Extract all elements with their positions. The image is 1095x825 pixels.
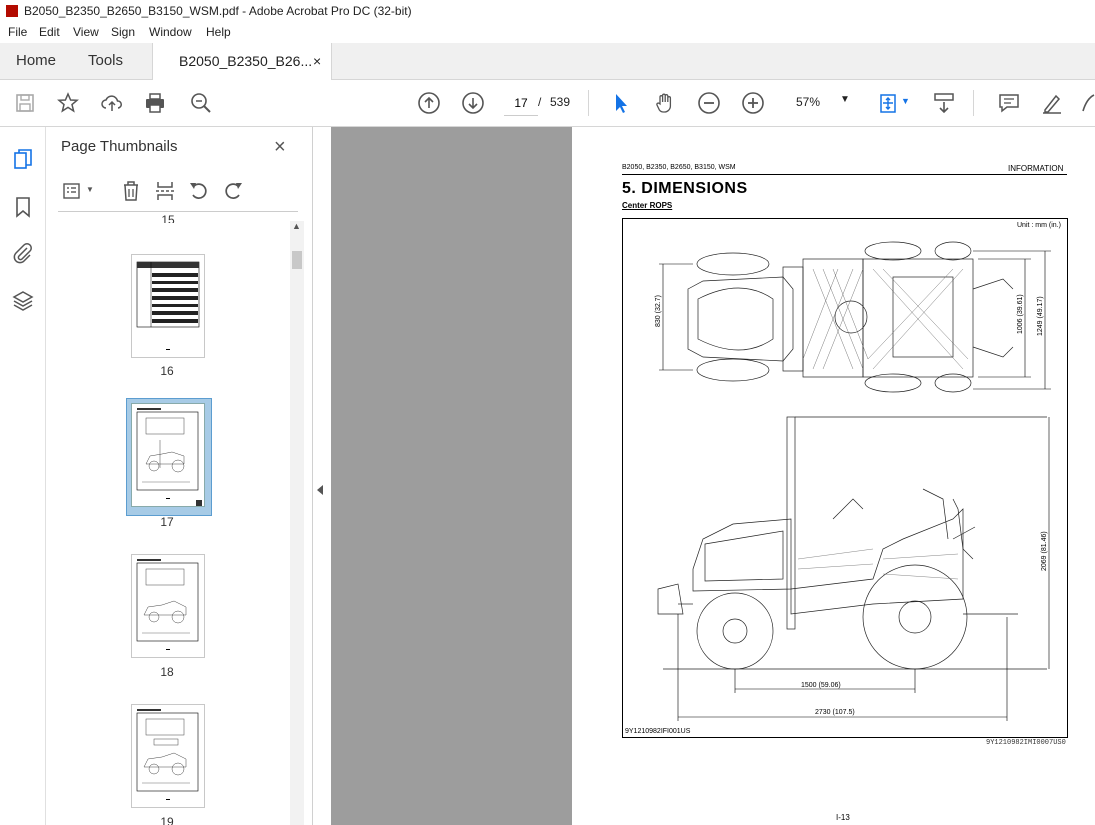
page-number-input[interactable] [504, 91, 538, 116]
zoom-search-icon[interactable] [189, 91, 213, 115]
draw-icon[interactable] [1080, 91, 1095, 115]
dimension-1249: 1249 (49.17) [1037, 296, 1044, 336]
close-panel-icon[interactable]: × [274, 136, 286, 159]
thumbnails-scrollbar[interactable]: ▲ [290, 221, 304, 825]
menu-file[interactable]: File [8, 22, 27, 42]
zoom-in-icon[interactable] [741, 91, 765, 115]
tab-document[interactable]: B2050_B2350_B26... × [152, 43, 332, 80]
comment-icon[interactable] [997, 91, 1021, 115]
tab-tools[interactable]: Tools [88, 43, 123, 79]
menu-sign[interactable]: Sign [111, 22, 135, 42]
highlight-pen-icon[interactable] [1040, 91, 1064, 115]
menu-edit[interactable]: Edit [39, 22, 60, 42]
panel-collapse-strip[interactable] [313, 127, 330, 825]
toolbar: / 539 57% ▼ ▼ [0, 80, 1095, 127]
thumbnail-label: 15 [161, 213, 175, 223]
navigation-rail [0, 127, 46, 825]
dimension-figure: Unit : mm (in.) 830 (32.7) 1006 (39.61) … [622, 218, 1068, 738]
chevron-down-icon[interactable]: ▼ [86, 185, 94, 194]
close-tab-icon[interactable]: × [313, 43, 321, 79]
chevron-down-icon[interactable]: ▼ [901, 96, 910, 106]
thumbnail-page-18[interactable] [131, 554, 205, 658]
dimension-2069: 2069 (81.46) [1041, 531, 1048, 571]
print-icon[interactable] [143, 91, 167, 115]
panel-divider [58, 211, 298, 212]
select-arrow-icon[interactable] [609, 91, 633, 115]
menu-bar: File Edit View Sign Window Help [0, 22, 1095, 42]
page-number: I-13 [836, 813, 850, 822]
menu-help[interactable]: Help [206, 22, 231, 42]
page-separator: / [538, 95, 542, 109]
document-viewer[interactable]: B2050, B2350, B2650, B3150, WSM INFORMAT… [331, 127, 1095, 825]
panel-title: Page Thumbnails [61, 138, 178, 155]
rotate-clockwise-icon[interactable] [221, 179, 245, 203]
thumbnail-label: 17 [160, 515, 174, 529]
scroll-mode-icon[interactable] [932, 91, 956, 115]
thumbnail-page-17[interactable] [131, 403, 205, 507]
thumbnail-page-16[interactable] [131, 254, 205, 358]
fit-page-icon[interactable] [876, 91, 900, 115]
thumbnail-page-19[interactable] [131, 704, 205, 808]
menu-view[interactable]: View [73, 22, 99, 42]
toolbar-divider [588, 90, 589, 116]
delete-page-icon[interactable] [119, 179, 143, 203]
dimension-2730: 2730 (107.5) [815, 709, 855, 716]
dimension-830: 830 (32.7) [655, 295, 662, 327]
section-subtitle: Center ROPS [622, 201, 673, 210]
thumbnail-label: 16 [160, 364, 174, 378]
title-bar: B2050_B2350_B2650_B3150_WSM.pdf - Adobe … [0, 0, 1095, 22]
next-page-icon[interactable] [461, 91, 485, 115]
page-header-section: INFORMATION [1008, 164, 1064, 173]
dimension-1006: 1006 (39.61) [1017, 294, 1024, 334]
header-rule [622, 174, 1067, 175]
document-tab-label: B2050_B2350_B26... [179, 53, 313, 69]
tractor-drawing: 830 (32.7) 1006 (39.61) 1249 (49.17) 206… [655, 241, 1051, 721]
attachments-icon[interactable] [11, 241, 35, 265]
scroll-up-icon[interactable]: ▲ [292, 221, 301, 231]
window-title: B2050_B2350_B2650_B3150_WSM.pdf - Adobe … [24, 4, 412, 18]
bookmarks-icon[interactable] [11, 195, 35, 219]
layers-icon[interactable] [11, 289, 35, 313]
figure-code: 9Y1210982IFI001US [625, 728, 691, 735]
thumbnail-toolbar: ▼ [46, 171, 312, 211]
reference-code: 9Y1210982IMI0007US0 [986, 739, 1066, 747]
zoom-value: 57% [796, 95, 821, 109]
toolbar-divider [973, 90, 974, 116]
prev-page-icon[interactable] [417, 91, 441, 115]
thumbnail-label: 18 [160, 665, 174, 679]
scrollbar-thumb[interactable] [292, 251, 302, 269]
bookmark-star-icon[interactable] [56, 91, 80, 115]
thumbnail-label: 19 [160, 815, 174, 825]
total-pages: 539 [550, 95, 571, 109]
page-header-models: B2050, B2350, B2650, B3150, WSM [622, 164, 736, 171]
menu-window[interactable]: Window [149, 22, 192, 42]
chevron-down-icon: ▼ [840, 94, 850, 105]
dimension-1500: 1500 (59.06) [801, 682, 841, 689]
pdf-page: B2050, B2350, B2650, B3150, WSM INFORMAT… [572, 127, 1095, 825]
page-thumbnails-icon[interactable] [11, 148, 35, 172]
rotate-counterclockwise-icon[interactable] [187, 179, 211, 203]
zoom-dropdown[interactable]: 57% ▼ [784, 91, 854, 113]
thumbnails-panel: Page Thumbnails × ▼ 15 16 17 18 19 ▲ [46, 127, 313, 825]
save-icon[interactable] [13, 91, 37, 115]
collapse-arrow-icon[interactable] [317, 485, 323, 495]
tab-bar: Home Tools B2050_B2350_B26... × [0, 43, 1095, 80]
acrobat-logo-icon [6, 5, 18, 17]
hand-tool-icon[interactable] [653, 91, 677, 115]
tab-home[interactable]: Home [16, 43, 56, 79]
upload-cloud-icon[interactable] [100, 91, 124, 115]
zoom-out-icon[interactable] [697, 91, 721, 115]
insert-page-icon[interactable] [153, 179, 177, 203]
section-title: 5. DIMENSIONS [622, 180, 748, 197]
options-menu-icon[interactable] [61, 179, 85, 203]
